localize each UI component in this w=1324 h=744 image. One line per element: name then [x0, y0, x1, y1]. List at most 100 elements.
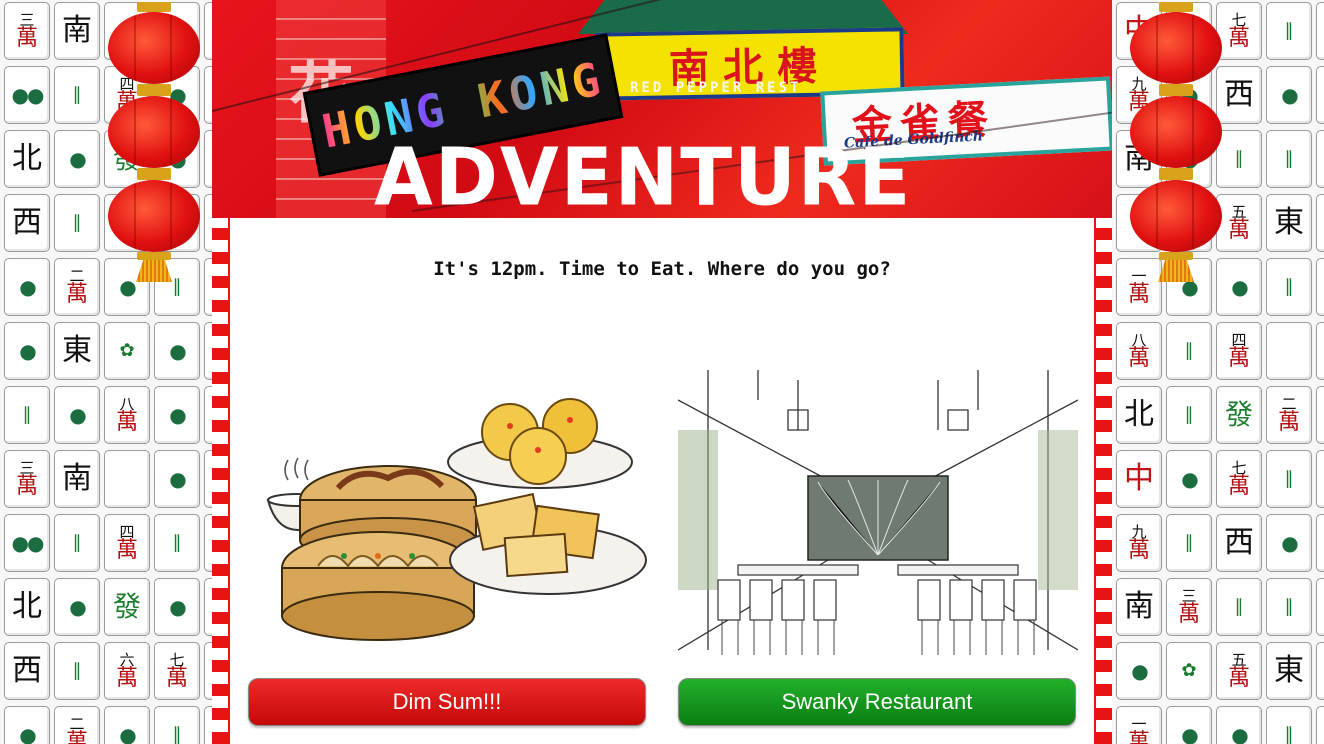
mahjong-tile: ●: [1316, 130, 1324, 188]
mahjong-tile: 七萬: [1216, 450, 1262, 508]
wind-tile-glyph: 北: [12, 589, 42, 624]
mahjong-tile: 四萬: [1216, 322, 1262, 380]
mahjong-tile: ‖: [1166, 514, 1212, 572]
mahjong-tile: 北: [1116, 386, 1162, 444]
dim-sum-illustration[interactable]: [248, 370, 648, 660]
bamboo-suit-icon: ‖: [1184, 340, 1194, 361]
red-lantern-icon: [1130, 170, 1222, 282]
circle-suit-icon: ●: [1181, 467, 1199, 491]
flower-tile-icon: ✿: [1181, 660, 1197, 681]
mahjong-tile: ●: [54, 130, 100, 188]
mahjong-tile: ●: [4, 706, 50, 744]
swanky-restaurant-button[interactable]: Swanky Restaurant: [678, 678, 1076, 726]
mahjong-tile: ●: [104, 706, 150, 744]
bamboo-suit-icon: ‖: [172, 532, 182, 553]
mahjong-tile: 西: [1216, 66, 1262, 124]
mahjong-tile: ●: [1316, 706, 1324, 744]
wind-tile-glyph: 北: [12, 141, 42, 176]
mahjong-tile: ●: [154, 450, 200, 508]
mahjong-tile: ‖: [1266, 450, 1312, 508]
mahjong-tile: 二萬: [54, 706, 100, 744]
circle-suit-icon: ●: [69, 403, 87, 427]
mahjong-tile: 三萬: [4, 450, 50, 508]
character-suit-glyph: 萬: [65, 729, 88, 744]
mahjong-tile: ●: [1316, 2, 1324, 60]
character-suit-glyph: 萬: [15, 473, 38, 499]
mahjong-tile: ●: [154, 322, 200, 380]
mahjong-tile: 東: [1266, 194, 1312, 252]
mahjong-tile: ●: [1316, 258, 1324, 316]
mahjong-tile: ●: [1266, 514, 1312, 572]
character-suit-glyph: 萬: [1227, 25, 1250, 51]
mahjong-tile: 東: [1266, 642, 1312, 700]
mahjong-tile: ●: [204, 706, 212, 744]
mahjong-tile: ●: [204, 514, 212, 572]
mahjong-tile: ●: [1316, 322, 1324, 380]
mahjong-tile: ●: [1166, 706, 1212, 744]
red-lantern-icon: [108, 2, 200, 92]
mahjong-tile: ●: [1116, 642, 1162, 700]
mahjong-tile: ‖: [54, 642, 100, 700]
circle-suit-icon: ●: [69, 595, 87, 619]
mahjong-tile: ✿: [1166, 642, 1212, 700]
bamboo-suit-icon: ‖: [72, 84, 82, 105]
mahjong-tile: ‖: [1166, 386, 1212, 444]
circle-suit-icon: ●●: [11, 83, 45, 107]
mahjong-tile: ●: [154, 578, 200, 636]
mahjong-tile: 五萬: [1216, 642, 1262, 700]
mahjong-tile-wall-right: 中●七萬‖●九萬●西●●南●‖‖●●●五萬東●一萬●●‖●八萬‖四萬●北‖發二萬…: [1112, 0, 1324, 744]
bamboo-suit-icon: ‖: [72, 660, 82, 681]
wind-tile-glyph: 南: [1124, 589, 1154, 624]
mahjong-tile: ‖: [154, 514, 200, 572]
mahjong-tile: 八萬: [1116, 322, 1162, 380]
mahjong-tile: ●: [1316, 642, 1324, 700]
bamboo-suit-icon: ‖: [1234, 596, 1244, 617]
mahjong-tile: ●: [1316, 386, 1324, 444]
bamboo-suit-icon: ‖: [1284, 276, 1294, 297]
green-dragon-glyph: 發: [112, 590, 141, 623]
mahjong-tile: ●: [1266, 66, 1312, 124]
wind-tile-glyph: 東: [62, 333, 92, 368]
wind-tile-glyph: 東: [1274, 653, 1304, 688]
restaurant-sign-nanbei-subtitle: RED PEPPER REST: [630, 80, 802, 96]
circle-suit-icon: ●: [19, 275, 37, 299]
bamboo-suit-icon: ‖: [1284, 20, 1294, 41]
mahjong-tile: ‖: [4, 386, 50, 444]
mahjong-tile: ●: [1216, 258, 1262, 316]
circle-suit-icon: ●: [69, 147, 87, 171]
mahjong-tile: 九萬: [1116, 514, 1162, 572]
dim-sum-button[interactable]: Dim Sum!!!: [248, 678, 646, 726]
wind-tile-glyph: 西: [1224, 77, 1254, 112]
header-banner: 花 南北樓 RED PEPPER REST 金雀餐 Cafe de Goldfi…: [212, 0, 1112, 218]
mahjong-tile: 南: [1116, 578, 1162, 636]
mahjong-tile: ‖: [154, 706, 200, 744]
character-suit-glyph: 萬: [1227, 473, 1250, 499]
red-dragon-glyph: 中: [1124, 461, 1154, 496]
mahjong-tile: ●: [1166, 450, 1212, 508]
mahjong-tile: ●●: [4, 514, 50, 572]
character-suit-glyph: 萬: [1227, 345, 1250, 371]
mahjong-tile: 南: [54, 2, 100, 60]
mahjong-tile: 東: [54, 322, 100, 380]
mahjong-tile: ✿: [104, 322, 150, 380]
character-suit-glyph: 萬: [1277, 409, 1300, 435]
mahjong-tile: 二萬: [1266, 386, 1312, 444]
mahjong-tile: [1266, 322, 1312, 380]
wind-tile-glyph: 東: [1274, 205, 1304, 240]
mahjong-tile: 一萬: [1116, 706, 1162, 744]
character-suit-glyph: 萬: [15, 25, 38, 51]
mahjong-tile: ●●: [4, 66, 50, 124]
red-lantern-icon: [1130, 86, 1222, 176]
restaurant-sketch[interactable]: [678, 370, 1078, 660]
mahjong-tile: ●: [204, 642, 212, 700]
mahjong-tile: ●: [204, 322, 212, 380]
green-dragon-glyph: 發: [1224, 398, 1253, 431]
red-lantern-icon: [1130, 2, 1222, 92]
mahjong-tile: 西: [1216, 514, 1262, 572]
circle-suit-icon: ●: [1231, 275, 1249, 299]
circle-suit-icon: ●: [1231, 723, 1249, 744]
mahjong-tile: [104, 450, 150, 508]
bamboo-suit-icon: ‖: [1184, 404, 1194, 425]
circle-suit-icon: ●: [169, 595, 187, 619]
bamboo-suit-icon: ‖: [1234, 148, 1244, 169]
